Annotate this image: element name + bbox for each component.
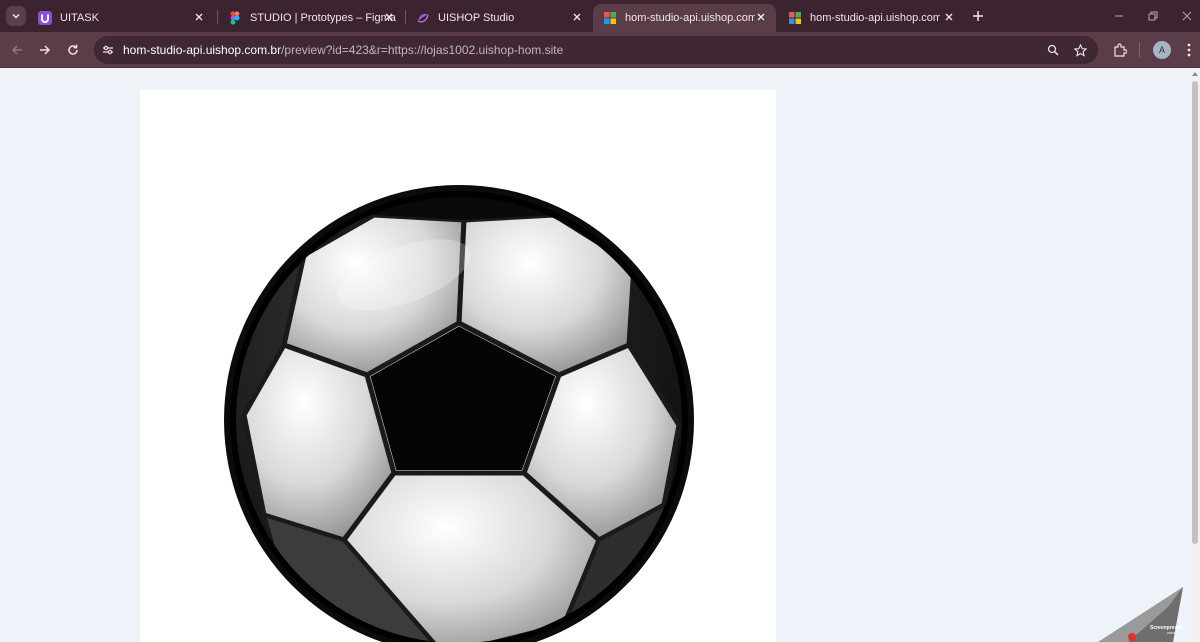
more-vert-icon xyxy=(1187,43,1191,57)
tab-preview-second[interactable]: hom-studio-api.uishop.com.br/ xyxy=(778,4,964,32)
svg-text:.com: .com xyxy=(1166,630,1175,635)
chevron-down-icon xyxy=(12,13,20,19)
tab-title: UISHOP Studio xyxy=(438,12,515,24)
url-text[interactable]: hom-studio-api.uishop.com.br/preview?id=… xyxy=(123,43,563,57)
uishop-logo-icon xyxy=(417,13,429,23)
close-icon[interactable] xyxy=(754,10,768,24)
scroll-up-arrow-icon[interactable] xyxy=(1192,72,1198,76)
tab-figma[interactable]: STUDIO | Prototypes – Figma xyxy=(218,4,404,32)
restore-icon xyxy=(1148,11,1158,21)
close-icon[interactable] xyxy=(192,10,206,24)
new-tab-button[interactable] xyxy=(970,8,986,24)
soccer-ball-image xyxy=(224,185,694,642)
minimize-button[interactable] xyxy=(1111,8,1127,24)
vertical-scrollbar[interactable] xyxy=(1190,69,1200,642)
address-bar[interactable]: hom-studio-api.uishop.com.br/preview?id=… xyxy=(94,36,1098,64)
close-icon[interactable] xyxy=(570,10,584,24)
tab-title: hom-studio-api.uishop.com.br/ xyxy=(810,12,940,24)
puzzle-icon xyxy=(1114,43,1127,57)
grid-favicon-icon xyxy=(604,12,616,24)
plus-icon xyxy=(973,11,983,21)
grid-favicon-icon xyxy=(789,12,801,24)
tab-search-button[interactable] xyxy=(6,6,26,26)
close-icon[interactable] xyxy=(942,10,956,24)
close-icon[interactable] xyxy=(382,10,396,24)
close-icon xyxy=(1182,11,1192,21)
minimize-icon xyxy=(1115,15,1123,17)
site-info-button[interactable] xyxy=(100,42,116,58)
profile-avatar[interactable]: A xyxy=(1153,41,1171,59)
browser-toolbar: hom-studio-api.uishop.com.br/preview?id=… xyxy=(0,32,1200,68)
preview-card xyxy=(140,90,776,642)
tab-preview-active[interactable]: hom-studio-api.uishop.com.br/ xyxy=(593,4,776,32)
tab-uitask[interactable]: UITASK xyxy=(28,4,214,32)
scroll-thumb[interactable] xyxy=(1192,81,1198,544)
tab-title: UITASK xyxy=(60,12,99,24)
extensions-button[interactable] xyxy=(1111,41,1129,59)
menu-button[interactable] xyxy=(1180,41,1198,59)
url-host: hom-studio-api.uishop.com.br xyxy=(123,43,282,57)
page-viewport: Screenpresso .com xyxy=(0,69,1200,642)
screenpresso-watermark: Screenpresso .com xyxy=(1098,587,1183,642)
url-path: /preview?id=423&r=https://lojas1002.uish… xyxy=(281,43,564,57)
tab-title: STUDIO | Prototypes – Figma xyxy=(250,12,396,24)
figma-logo-icon xyxy=(230,11,240,25)
zoom-icon xyxy=(1047,44,1059,56)
zoom-button[interactable] xyxy=(1045,42,1061,58)
restore-button[interactable] xyxy=(1145,8,1161,24)
forward-button[interactable] xyxy=(36,41,54,59)
uitask-logo-icon xyxy=(38,11,52,25)
reload-button[interactable] xyxy=(64,41,82,59)
tab-uishop-studio[interactable]: UISHOP Studio xyxy=(406,4,592,32)
arrow-right-icon xyxy=(40,45,51,55)
back-button[interactable] xyxy=(8,41,26,59)
tab-strip: UITASK STUDIO | Prototypes – Figma UISHO… xyxy=(0,0,1200,32)
toolbar-divider xyxy=(1139,43,1140,57)
bookmark-button[interactable] xyxy=(1072,42,1088,58)
star-icon xyxy=(1073,43,1087,57)
arrow-left-icon xyxy=(11,45,22,55)
reload-icon xyxy=(68,44,78,55)
tab-title: hom-studio-api.uishop.com.br/ xyxy=(625,12,755,24)
tune-icon xyxy=(103,45,113,55)
close-window-button[interactable] xyxy=(1179,8,1195,24)
